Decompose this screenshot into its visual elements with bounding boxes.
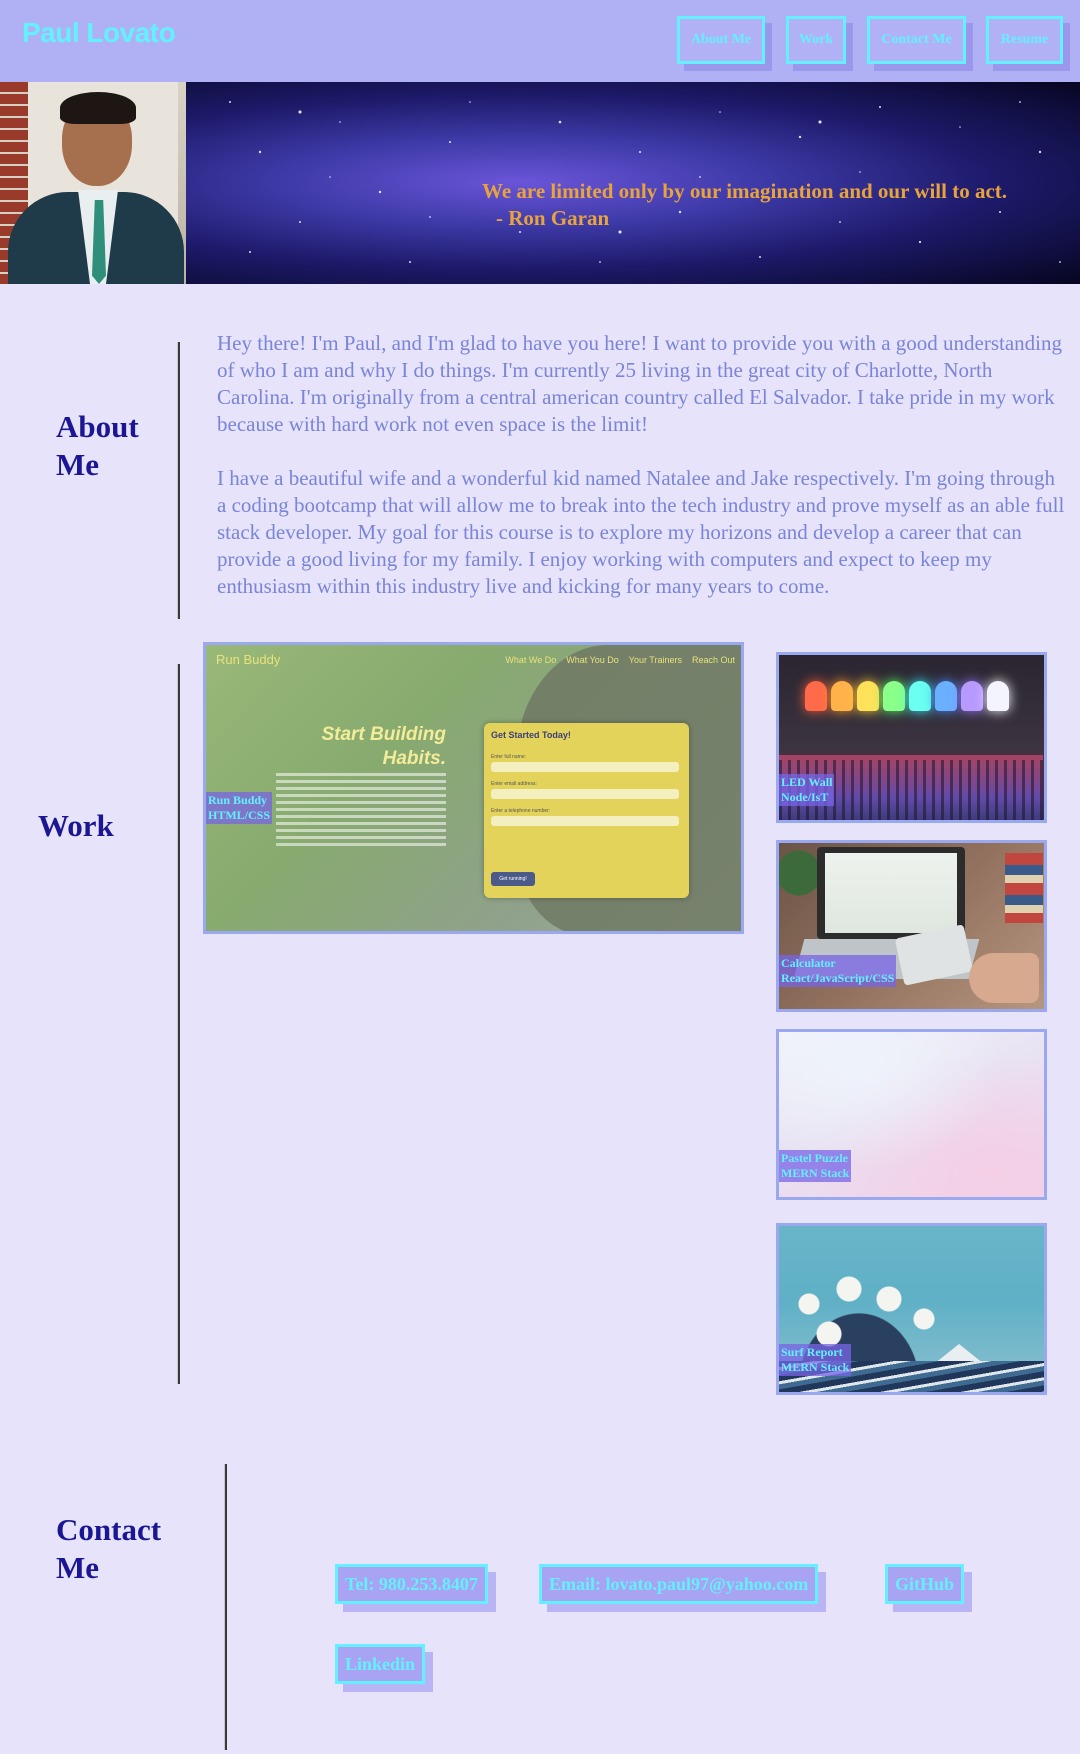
- preview-logo: Run Buddy: [216, 652, 281, 667]
- nav-about-me-button[interactable]: About Me: [677, 16, 765, 64]
- about-title: About Me: [56, 409, 139, 482]
- quote-author: - Ron Garan: [496, 206, 610, 230]
- work-divider: [177, 664, 180, 1384]
- project-stack: MERN Stack: [781, 1166, 850, 1180]
- quote-text: We are limited only by our imagination a…: [482, 179, 1008, 203]
- profile-photo: [0, 82, 186, 284]
- project-name: Surf Report: [781, 1345, 843, 1359]
- work-title: Work: [38, 808, 114, 843]
- project-card-run-buddy[interactable]: Run Buddy What We Do What You Do Your Tr…: [203, 642, 744, 934]
- project-stack: HTML/CSS: [208, 808, 271, 822]
- brand-name[interactable]: Paul Lovato: [22, 17, 176, 49]
- contact-title: Contact Me: [56, 1512, 162, 1585]
- project-label: Calculator React/JavaScript/CSS: [779, 955, 897, 987]
- preview-headline: Start Building Habits.: [321, 724, 446, 769]
- project-card-calculator[interactable]: Calculator React/JavaScript/CSS: [776, 840, 1047, 1012]
- site-header: Paul Lovato About Me Work Contact Me Res…: [0, 0, 1080, 82]
- contact-github-link[interactable]: GitHub: [885, 1564, 965, 1604]
- nav-work-button[interactable]: Work: [786, 16, 846, 64]
- project-stack: Node/IsT: [781, 790, 829, 804]
- project-stack: React/JavaScript/CSS: [781, 971, 895, 985]
- contact-divider: [224, 1464, 227, 1750]
- project-label: Pastel Puzzle MERN Stack: [779, 1150, 852, 1182]
- about-text: Hey there! I'm Paul, and I'm glad to hav…: [217, 330, 1067, 627]
- project-card-pastel-puzzle[interactable]: Pastel Puzzle MERN Stack: [776, 1029, 1047, 1200]
- nav-contact-me-button[interactable]: Contact Me: [867, 16, 966, 64]
- contact-email-link[interactable]: Email: lovato.paul97@yahoo.com: [539, 1564, 819, 1604]
- about-paragraph: Hey there! I'm Paul, and I'm glad to hav…: [217, 331, 1063, 436]
- project-label: LED Wall Node/IsT: [779, 774, 835, 806]
- about-paragraph: I have a beautiful wife and a wonderful …: [217, 466, 1065, 598]
- project-name: Run Buddy: [208, 793, 268, 807]
- project-stack: MERN Stack: [781, 1360, 850, 1374]
- preview-signup-form: Get Started Today! Enter full name: Ente…: [484, 723, 689, 898]
- project-label: Surf Report MERN Stack: [779, 1344, 852, 1376]
- project-name: LED Wall: [781, 775, 833, 789]
- contact-phone-link[interactable]: Tel: 980.253.8407: [335, 1564, 488, 1604]
- about-divider: [177, 342, 180, 619]
- preview-blurb: [276, 773, 446, 848]
- project-label: Run Buddy HTML/CSS: [206, 792, 273, 824]
- project-card-led-wall[interactable]: LED Wall Node/IsT: [776, 652, 1047, 823]
- project-card-surf-report[interactable]: Surf Report MERN Stack: [776, 1223, 1047, 1395]
- contact-linkedin-link[interactable]: Linkedin: [335, 1644, 426, 1684]
- hero-banner: We are limited only by our imagination a…: [0, 82, 1080, 284]
- preview-nav: What We Do What You Do Your Trainers Rea…: [505, 655, 735, 665]
- nav-resume-button[interactable]: Resume: [986, 16, 1063, 64]
- hero-quote: We are limited only by our imagination a…: [482, 178, 1007, 232]
- project-name: Calculator: [781, 956, 836, 970]
- project-name: Pastel Puzzle: [781, 1151, 848, 1165]
